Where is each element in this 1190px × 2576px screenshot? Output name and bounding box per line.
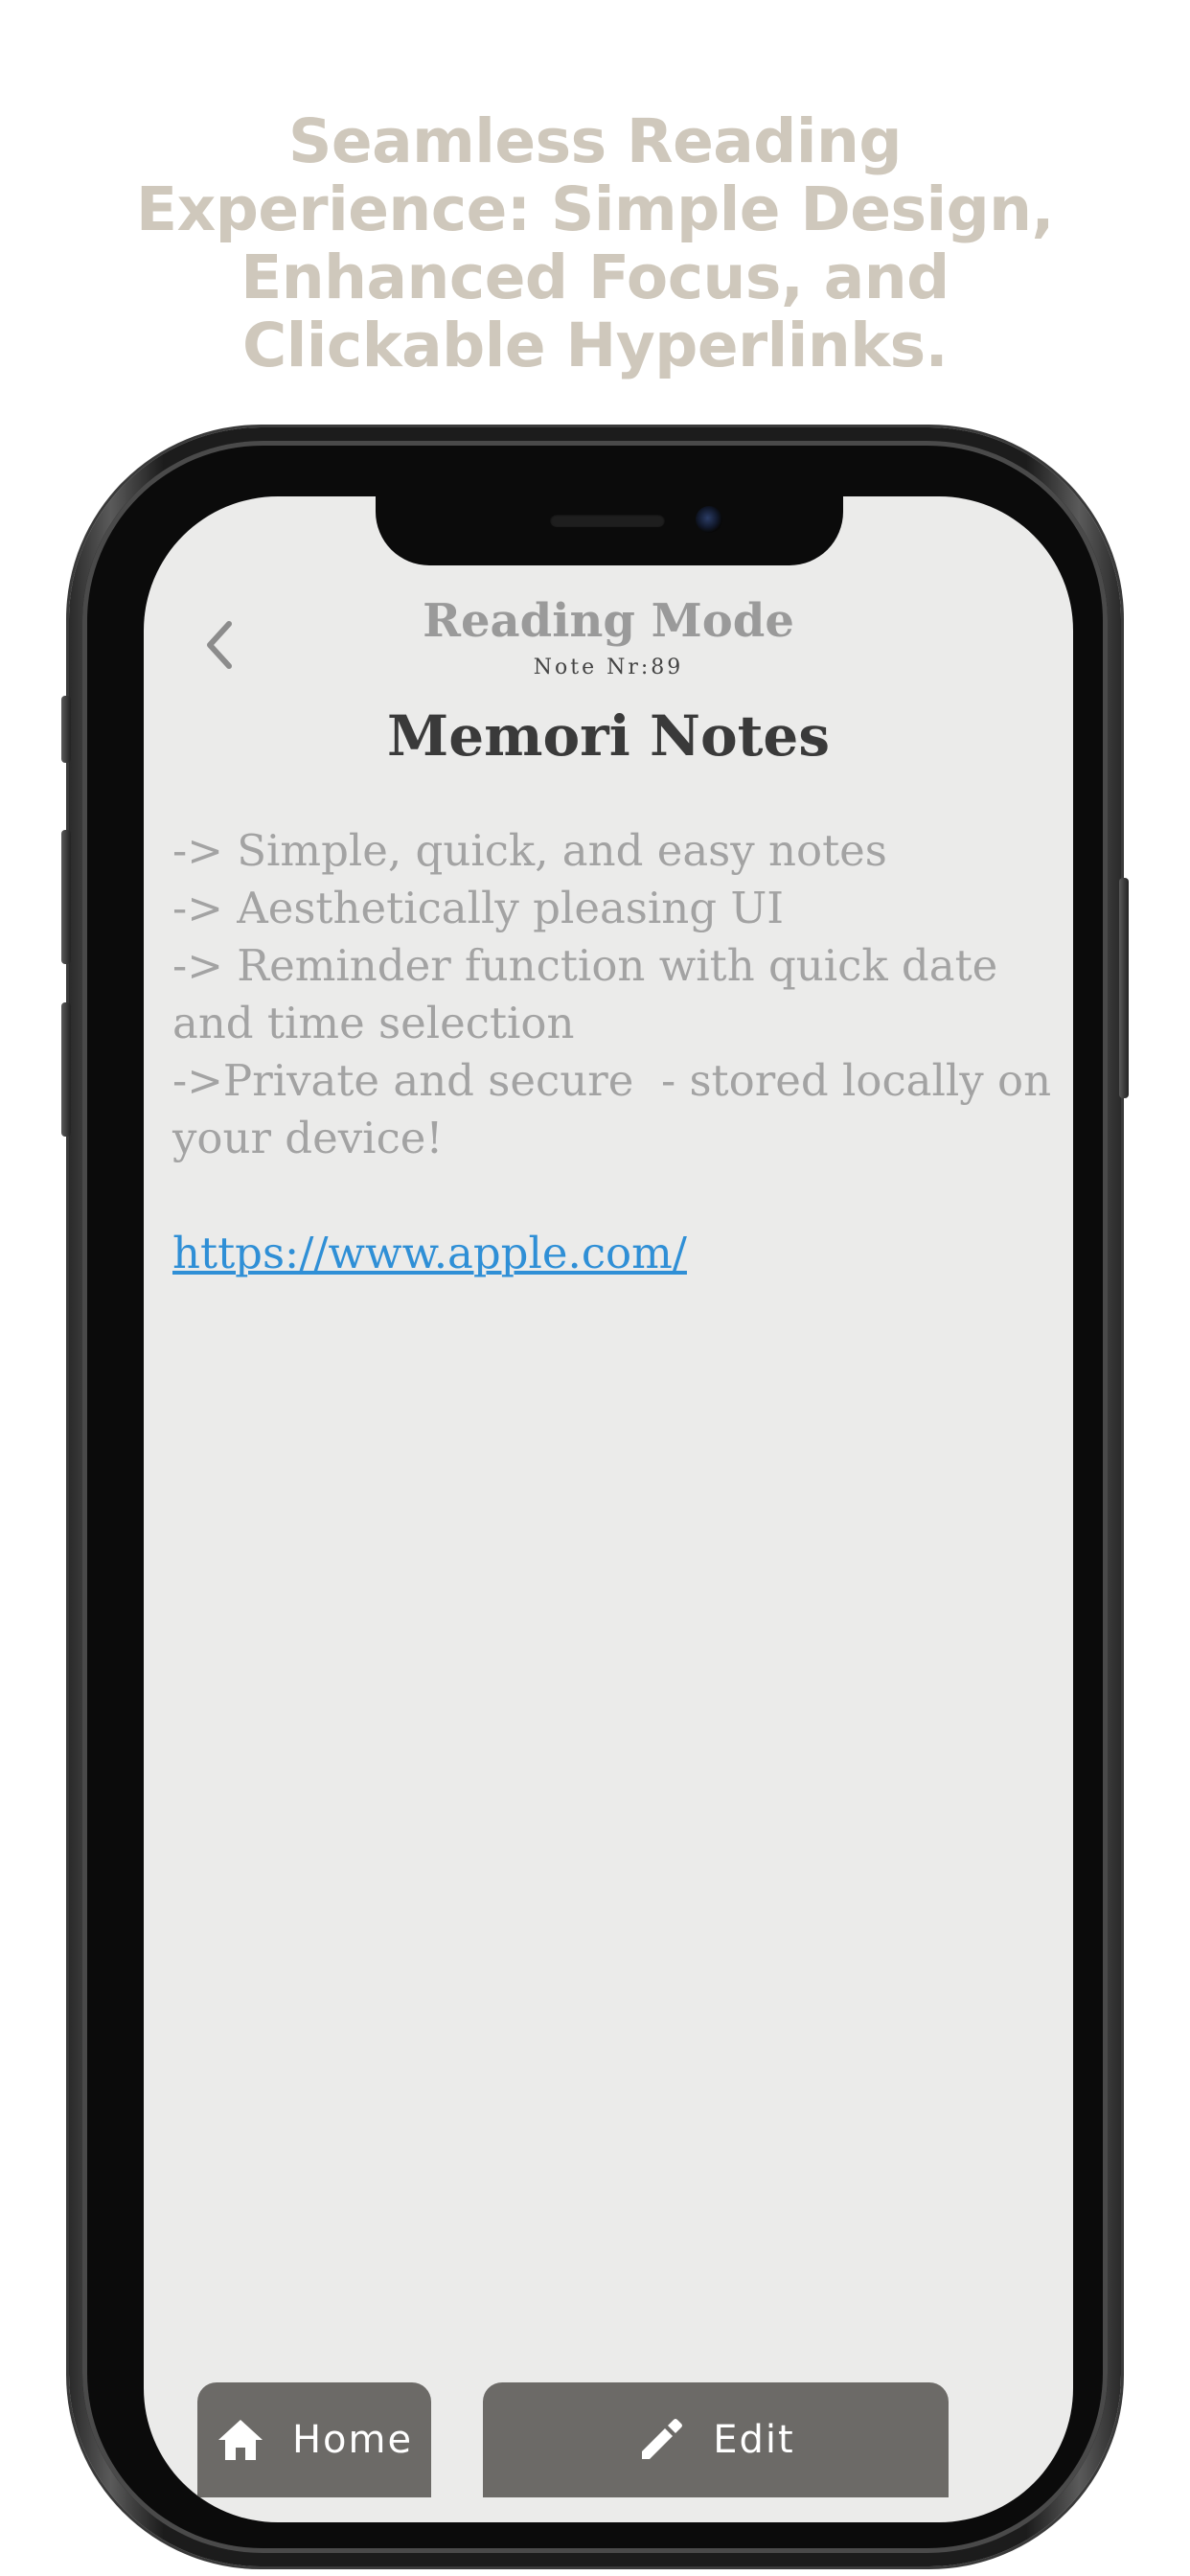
volume-up-button [61,830,71,964]
note-line: ->Private and secure - stored locally on [172,1055,1052,1106]
phone-frame: Reading Mode Note Nr:89 Memori Notes -> … [61,427,1129,2566]
page-title: Reading Mode [423,594,794,648]
mute-switch [61,696,71,763]
home-button[interactable]: Home [197,2382,431,2497]
edit-button[interactable]: Edit [483,2382,949,2497]
bottom-toolbar: Home Edit [144,2382,1073,2497]
phone-rim: Reading Mode Note Nr:89 Memori Notes -> … [82,441,1108,2553]
notch [376,496,843,565]
note-hyperlink[interactable]: https://www.apple.com/ [172,1225,687,1282]
edit-label: Edit [713,2418,795,2462]
pencil-icon [636,2415,686,2465]
note-number: Note Nr:89 [533,656,684,679]
note-content: -> Simple, quick, and easy notes -> Aest… [172,822,1052,1282]
note-line: your device! [172,1113,444,1163]
home-icon [216,2417,265,2463]
note-line: -> Simple, quick, and easy notes [172,825,887,876]
volume-down-button [61,1002,71,1137]
note-title: Memori Notes [387,703,830,769]
note-line: -> Reminder function with quick date [172,940,998,991]
note-line: and time selection [172,998,575,1048]
note-line: -> Aesthetically pleasing UI [172,883,785,933]
home-label: Home [291,2418,414,2462]
speaker-grille [550,514,665,527]
app-store-screenshot: Seamless Reading Experience: Simple Desi… [0,0,1190,2576]
front-camera [696,506,722,533]
promo-headline: Seamless Reading Experience: Simple Desi… [136,106,1054,380]
phone-screen: Reading Mode Note Nr:89 Memori Notes -> … [144,496,1073,2522]
power-button [1119,878,1129,1098]
